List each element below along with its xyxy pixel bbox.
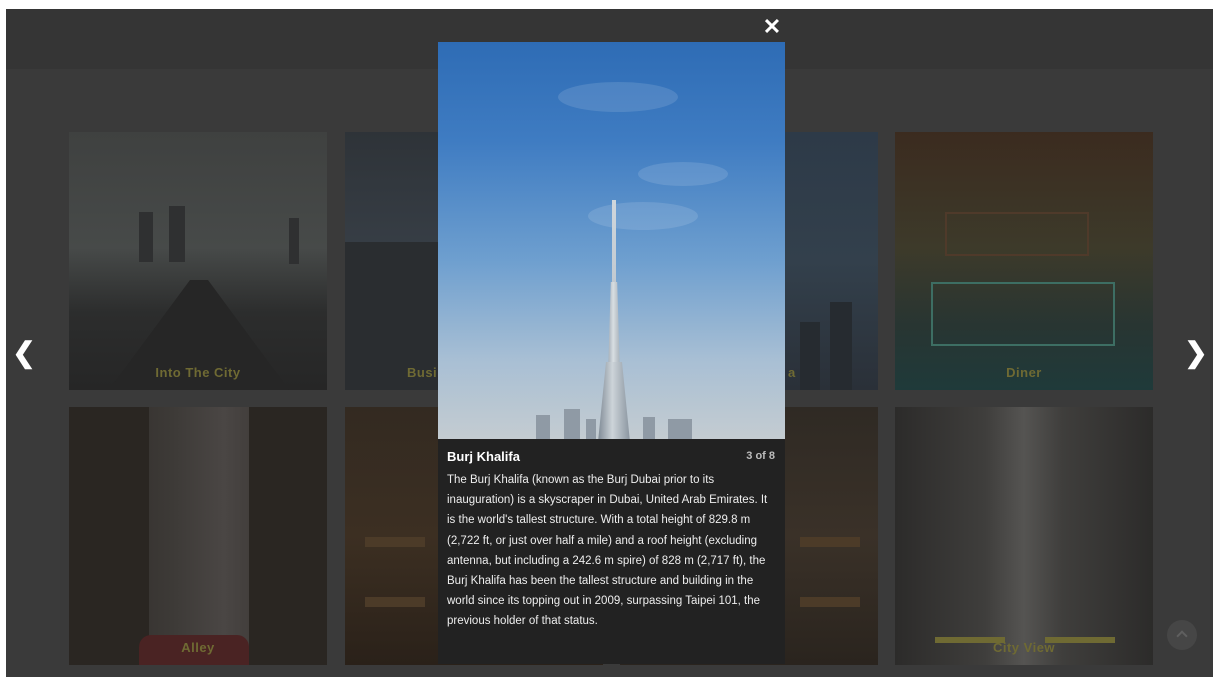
tile-building — [169, 206, 185, 262]
tile-shelf-graphic — [365, 597, 425, 607]
lightbox-image — [438, 42, 785, 439]
skyline-building — [536, 415, 550, 439]
gallery-tile[interactable]: Alley — [69, 407, 327, 665]
tile-caption: Into The City — [155, 365, 241, 380]
tile-building — [249, 407, 327, 665]
cloud-graphic — [588, 202, 698, 230]
next-image-button[interactable]: ❯ — [1181, 338, 1211, 368]
image-description: The Burj Khalifa (known as the Burj Duba… — [447, 474, 768, 628]
tile-building — [69, 407, 149, 665]
tile-caption: Alley — [181, 640, 215, 655]
image-title: Burj Khalifa — [447, 449, 520, 464]
image-counter: 3 of 8 — [746, 450, 775, 462]
cloud-graphic — [638, 162, 728, 186]
skyline-building — [586, 419, 596, 439]
tile-caption: a — [788, 365, 796, 380]
close-lightbox-button[interactable]: ✕ — [761, 16, 783, 38]
tile-sign-graphic — [931, 282, 1115, 346]
chevron-left-icon: ❮ — [12, 337, 36, 368]
lightbox-caption: Burj Khalifa 3 of 8 The Burj Khalifa (kn… — [438, 439, 785, 664]
tile-caption: Diner — [1006, 365, 1042, 380]
tile-shelf-graphic — [365, 537, 425, 547]
skyline-building — [643, 417, 655, 439]
gallery-tile[interactable]: Into The City — [69, 132, 327, 390]
gallery-tile[interactable]: Diner — [895, 132, 1153, 390]
tile-shelf-graphic — [800, 597, 860, 607]
tile-building — [289, 218, 299, 264]
tile-building — [139, 212, 153, 262]
scroll-to-top-button[interactable] — [1167, 620, 1197, 650]
tower-base-graphic — [598, 362, 630, 439]
chevron-right-icon: ❯ — [1184, 337, 1208, 368]
lightbox: Burj Khalifa 3 of 8 The Burj Khalifa (kn… — [438, 42, 785, 664]
skyline-building — [564, 409, 580, 439]
close-icon: ✕ — [762, 14, 782, 39]
tile-sign-graphic — [945, 212, 1089, 256]
cloud-graphic — [558, 82, 678, 112]
gallery-tile[interactable]: City View — [895, 407, 1153, 665]
tile-shelf-graphic — [800, 537, 860, 547]
prev-image-button[interactable]: ❮ — [9, 338, 39, 368]
skyline-building — [668, 419, 692, 439]
tile-caption: City View — [992, 640, 1056, 655]
